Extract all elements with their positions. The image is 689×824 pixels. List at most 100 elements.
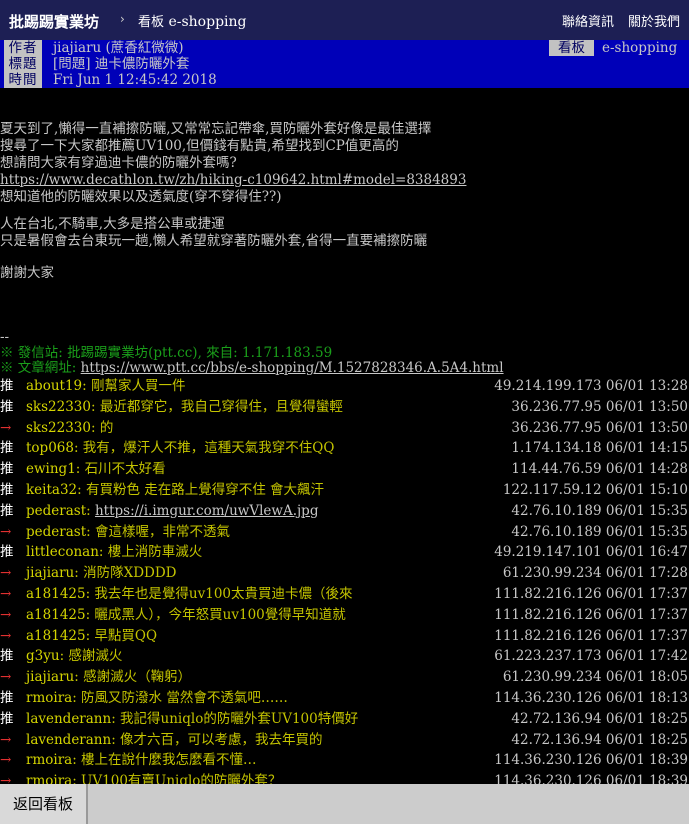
push-meta: 49.219.147.101 06/01 16:47 <box>494 542 688 562</box>
push-row: 推 g3yu: 感謝滅火 61.223.237.173 06/01 17:42 <box>0 646 689 666</box>
push-user[interactable]: top068 <box>26 440 74 456</box>
push-row: 推 top068: 我有，爆汗人不推，這種天氣我穿不住QQ 1.174.134.18… <box>0 438 689 458</box>
site-brand-link[interactable]: 批踢踢實業坊 <box>9 11 99 32</box>
push-body: lavenderann: 像才六百，可以考慮，我去年買的 <box>26 730 323 750</box>
push-time: 15:10 <box>649 482 688 498</box>
body-line: 想請問大家有穿過迪卡儂的防曬外套嗎? <box>0 155 237 171</box>
about-link[interactable]: 關於我們 <box>628 11 680 30</box>
signature-url-row: ※ 文章網址: https://www.ptt.cc/bbs/e-shoppin… <box>0 360 504 377</box>
push-user[interactable]: g3yu <box>26 648 60 664</box>
push-time: 18:13 <box>649 690 688 706</box>
push-meta: 61.230.99.234 06/01 17:28 <box>503 563 688 583</box>
push-user[interactable]: pederast <box>26 503 86 519</box>
push-user[interactable]: jiajiaru <box>26 669 74 685</box>
push-meta: 114.44.76.59 06/01 14:28 <box>511 459 688 479</box>
push-row: → pederast: 會這樣喔，非常不透氣 42.76.10.189 06/01 … <box>0 522 689 542</box>
push-meta: 111.82.216.126 06/01 17:37 <box>494 584 688 604</box>
push-tag: 推 <box>0 690 14 706</box>
push-date: 06/01 <box>605 731 645 748</box>
push-content: : UV100有賣Uniqlo的防曬外套？ <box>72 773 282 784</box>
push-meta: 61.223.237.173 06/01 17:42 <box>494 646 688 666</box>
push-row: → jiajiaru: 消防隊XDDDD 61.230.99.234 06/01 1… <box>0 563 689 583</box>
decathlon-link[interactable]: https://www.decathlon.tw/zh/hiking-c1096… <box>0 172 466 189</box>
push-content: : 我去年也是覺得uv100太貴買迪卡儂（後來 <box>85 586 353 602</box>
push-user[interactable]: littleconan <box>26 544 99 560</box>
title-value: [問題] 迪卡儂防曬外套 <box>53 56 190 72</box>
push-user[interactable]: pederast <box>26 524 86 540</box>
push-user[interactable]: lavenderann <box>26 711 111 727</box>
body-line: 搜尋了一下大家都推薦UV100,但價錢有點貴,希望找到CP值更高的 <box>0 138 399 154</box>
article-content: 夏天到了,懶得一直補擦防曬,又常常忘記帶傘,買防曬外套好像是最佳選擇 搜尋了一下… <box>0 88 689 784</box>
push-time: 15:35 <box>649 523 688 540</box>
push-meta: 42.72.136.94 06/01 18:25 <box>511 709 688 729</box>
article-url-link[interactable]: https://www.ptt.cc/bbs/e-shopping/M.1527… <box>81 360 504 376</box>
push-content: : 會這樣喔，非常不透氣 <box>86 523 230 540</box>
push-row: → sks22330: 的 36.236.77.95 06/01 13:50 <box>0 418 689 438</box>
push-row: → a181425: 早點買QQ 111.82.216.126 06/01 17:3… <box>0 626 689 646</box>
push-body: lavenderann: 我記得uniqlo的防曬外套UV100特價好 <box>26 709 358 729</box>
push-time: 13:50 <box>649 419 688 436</box>
push-ip: 111.82.216.126 <box>494 627 602 644</box>
push-time: 13:28 <box>649 378 688 394</box>
header-title-row: 標題 [問題] 迪卡儂防曬外套 <box>0 56 689 72</box>
push-content: : 有買粉色 走在路上覺得穿不住 會大飆汗 <box>77 482 325 498</box>
push-ip: 49.219.147.101 <box>494 544 602 561</box>
push-date: 06/01 <box>605 378 645 394</box>
push-content: : 樓上消防車滅火 <box>98 544 203 561</box>
body-line: 只是暑假會去台東玩一趟,懶人希望就穿著防曬外套,省得一直要補擦防曬 <box>0 233 428 249</box>
author-label: 作者 <box>4 40 42 56</box>
push-row: → rmoira: UV100有賣Uniqlo的防曬外套？ 114.36.230.1… <box>0 771 689 784</box>
title-label: 標題 <box>4 56 42 72</box>
push-user[interactable]: rmoira <box>26 690 72 706</box>
push-user[interactable]: rmoira <box>26 773 72 784</box>
push-time: 13:50 <box>649 398 688 415</box>
push-body: a181425: 曬成黑人），今年怒買uv100覺得早知道就 <box>26 605 346 625</box>
push-ip: 114.36.230.126 <box>494 773 602 784</box>
push-body: pederast: https://i.imgur.com/uwVlewA.jp… <box>26 501 318 521</box>
push-user[interactable]: a181425 <box>26 628 86 644</box>
push-user[interactable]: sks22330 <box>26 399 91 415</box>
push-tag: 推 <box>0 502 14 519</box>
bottom-bar: 返回看板 <box>0 784 689 824</box>
contact-link[interactable]: 聯絡資訊 <box>562 11 614 30</box>
push-user[interactable]: a181425 <box>26 586 86 602</box>
back-to-board-button[interactable]: 返回看板 <box>0 784 88 824</box>
push-tag: → <box>0 752 12 769</box>
push-row: 推 keita32: 有買粉色 走在路上覺得穿不住 會大飆汗 122.117.59.… <box>0 480 689 500</box>
push-time: 14:15 <box>649 440 688 457</box>
push-tag: → <box>0 523 12 540</box>
push-user[interactable]: rmoira <box>26 752 72 768</box>
push-meta: 114.36.230.126 06/01 18:39 <box>494 771 688 784</box>
push-time: 18:39 <box>649 752 688 769</box>
push-user[interactable]: ewing1 <box>26 461 76 477</box>
push-link[interactable]: https://i.imgur.com/uwVlewA.jpg <box>95 503 319 519</box>
push-user[interactable]: about19 <box>26 378 82 394</box>
push-body: keita32: 有買粉色 走在路上覺得穿不住 會大飆汗 <box>26 480 324 500</box>
signature-url-label: ※ 文章網址: <box>0 360 81 376</box>
push-body: about19: 剛幫家人買一件 <box>26 376 185 396</box>
push-meta: 49.214.199.173 06/01 13:28 <box>494 376 688 396</box>
push-content: : 消防隊XDDDD <box>74 565 177 582</box>
push-body: top068: 我有，爆汗人不推，這種天氣我穿不住QQ <box>26 438 334 458</box>
push-meta: 61.230.99.234 06/01 18:05 <box>503 667 688 687</box>
push-date: 06/01 <box>605 669 645 686</box>
push-row: 推 ewing1: 石川不太好看 114.44.76.59 06/01 14:28 <box>0 459 689 479</box>
body-line: 人在台北,不騎車,大多是搭公車或捷運 <box>0 216 225 232</box>
push-user[interactable]: sks22330 <box>26 420 91 436</box>
push-user[interactable]: lavenderann <box>26 732 111 748</box>
board-breadcrumb-link[interactable]: 看板 e-shopping <box>138 11 247 30</box>
push-row: 推 littleconan: 樓上消防車滅火 49.219.147.101 06/0… <box>0 542 689 562</box>
push-meta: 111.82.216.126 06/01 17:37 <box>494 605 688 625</box>
push-date: 06/01 <box>605 710 645 727</box>
push-tag: 推 <box>0 648 14 665</box>
push-user[interactable]: a181425 <box>26 607 86 623</box>
push-tag: 推 <box>0 398 14 415</box>
push-row: 推 about19: 剛幫家人買一件 49.214.199.173 06/01 13… <box>0 376 689 396</box>
push-user[interactable]: keita32 <box>26 482 77 498</box>
push-ip: 114.36.230.126 <box>494 752 602 769</box>
push-ip: 42.76.10.189 <box>511 502 602 519</box>
push-body: jiajiaru: 感謝滅火（鞠躬） <box>26 667 191 687</box>
push-ip: 49.214.199.173 <box>494 378 602 394</box>
push-tag: → <box>0 773 12 784</box>
push-user[interactable]: jiajiaru <box>26 565 74 581</box>
